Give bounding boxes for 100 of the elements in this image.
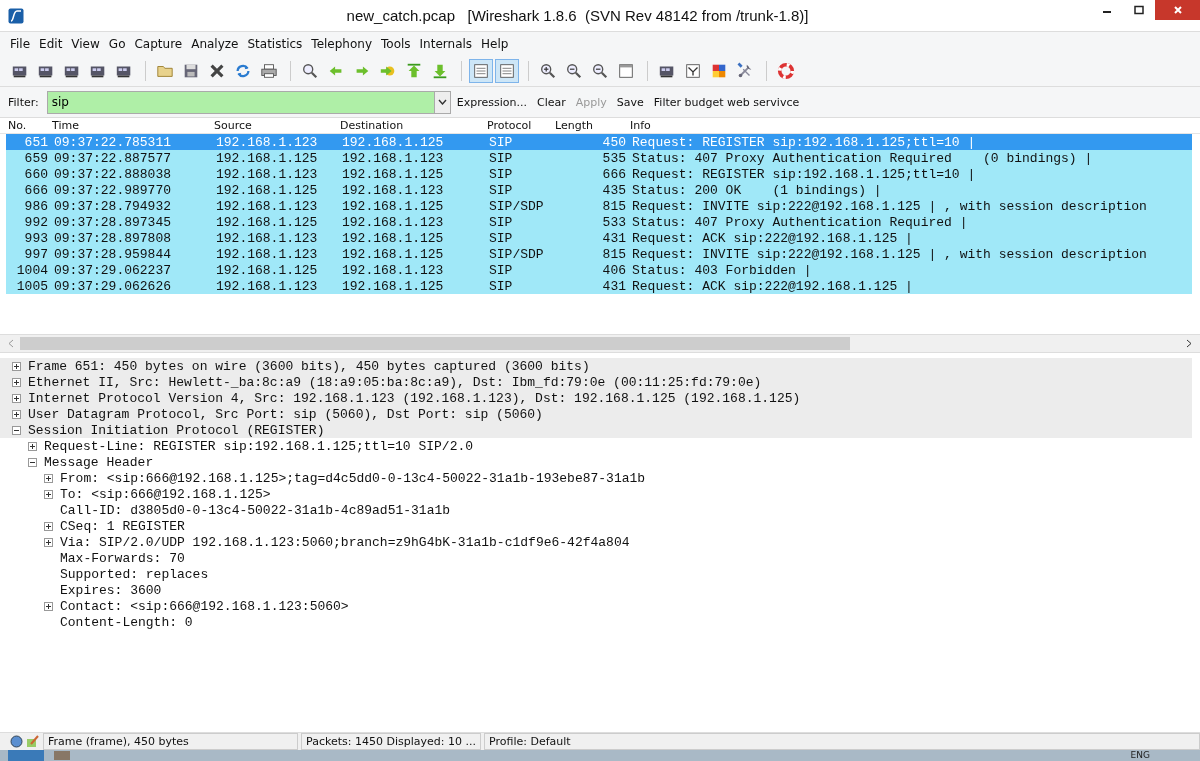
table-cell-text: 192.168.1.123 xyxy=(215,246,319,262)
table-cell-text: 192.168.1.125 xyxy=(215,150,319,166)
packet-row[interactable]: 1004 09:37:29.062237 192.168.1.125 192.168.1.123 SIP 406 Status: 403 Forbidden | xyxy=(6,262,1192,278)
packet-row[interactable]: 997 09:37:28.959844 192.168.1.123 192.168.1.125 SIP/SDP 815 Request: INVITE sip:222@192.168.1.125 | , with session description xyxy=(6,246,1192,262)
tree-item[interactable]: Expires: 3600 xyxy=(60,582,162,598)
table-cell-text: 997 xyxy=(23,246,49,262)
table-cell-text: 431 xyxy=(601,230,627,246)
tree-item[interactable]: Content-Length: 0 xyxy=(60,614,193,630)
tree-item[interactable]: Via: SIP/2.0/UDP 192.168.1.123:5060;branch=z9hG4bK-31a1b-c1df9e6-42f4a804 xyxy=(60,534,630,550)
table-cell-text: 09:37:22.887577 xyxy=(53,150,173,166)
menu-item[interactable]: Edit xyxy=(35,37,68,51)
table-cell-text: 192.168.1.123 xyxy=(341,182,445,198)
status-packets-text: Packets: 1450 Displayed: 10 ... xyxy=(301,733,481,750)
table-cell-text: 535 xyxy=(601,150,627,166)
menu-item[interactable]: Statistics xyxy=(243,37,308,51)
column-header[interactable]: Time xyxy=(50,119,212,132)
filter-action-button[interactable]: Expression... xyxy=(452,95,531,109)
tree-item[interactable]: From: <sip:666@192.168.1.125>;tag=d4c5dd0-0-13c4-50022-31a1b-193ebe87-31a1b xyxy=(60,470,646,486)
tree-item[interactable]: Message Header xyxy=(44,454,154,470)
menu-item[interactable]: Analyze xyxy=(187,37,244,51)
table-cell-text: 09:37:29.062237 xyxy=(53,262,173,278)
table-cell-text: 431 xyxy=(601,278,627,294)
table-cell-text: Status: 403 Forbidden | xyxy=(631,262,813,278)
table-cell-text: 815 xyxy=(601,198,627,214)
column-header[interactable]: Protocol xyxy=(485,119,553,132)
table-cell-text: SIP xyxy=(488,166,514,182)
table-cell-text: 651 xyxy=(23,134,49,150)
table-cell-text: 660 xyxy=(23,166,49,182)
packet-row[interactable]: 993 09:37:28.897808 192.168.1.123 192.168.1.125 SIP 431 Request: ACK sip:222@192.168.1.125 | xyxy=(6,230,1192,246)
table-cell-text: 192.168.1.123 xyxy=(215,134,319,150)
packet-row[interactable]: 660 09:37:22.888038 192.168.1.123 192.168.1.125 SIP 666 Request: REGISTER sip:192.168.1.125;ttl=10 | xyxy=(6,166,1192,182)
table-cell-text: 192.168.1.123 xyxy=(215,198,319,214)
table-cell-text: 533 xyxy=(601,214,627,230)
table-cell-text: SIP xyxy=(488,214,514,230)
table-cell-text: 09:37:29.062626 xyxy=(53,278,173,294)
table-cell-text: 192.168.1.125 xyxy=(341,246,445,262)
table-cell-text: 666 xyxy=(601,166,627,182)
table-cell-text: 993 xyxy=(23,230,49,246)
table-cell-text: Request: REGISTER sip:192.168.1.125;ttl=10 | xyxy=(631,166,977,182)
tree-item[interactable]: Max-Forwards: 70 xyxy=(60,550,185,566)
menu-item[interactable]: View xyxy=(67,37,105,51)
table-cell-text: 192.168.1.123 xyxy=(215,166,319,182)
table-cell-text: Request: ACK sip:222@192.168.1.125 | xyxy=(631,230,914,246)
table-cell-text: 815 xyxy=(601,246,627,262)
menu-item[interactable]: Internals xyxy=(415,37,478,51)
column-header[interactable]: Length xyxy=(553,119,628,132)
tree-item[interactable]: CSeq: 1 REGISTER xyxy=(60,518,185,534)
table-cell-text: SIP xyxy=(488,262,514,278)
tree-item[interactable]: Call-ID: d3805d0-0-13c4-50022-31a1b-4c89ad51-31a1b xyxy=(60,502,451,518)
table-cell-text: 09:37:22.989770 xyxy=(53,182,173,198)
table-cell-text: SIP/SDP xyxy=(488,198,545,214)
table-cell-text: 192.168.1.125 xyxy=(341,198,445,214)
column-header[interactable]: Source xyxy=(212,119,338,132)
table-cell-text: 1005 xyxy=(15,278,49,294)
menu-item[interactable]: Telephony xyxy=(307,37,377,51)
table-cell-text: 986 xyxy=(23,198,49,214)
table-cell-text: 192.168.1.125 xyxy=(341,278,445,294)
keyboard-language-text[interactable]: ENG xyxy=(1130,750,1150,761)
packet-row[interactable]: 659 09:37:22.887577 192.168.1.125 192.168.1.123 SIP 535 Status: 407 Proxy Authentication Required (0 bindings) | xyxy=(6,150,1192,166)
table-cell-text: 09:37:22.785311 xyxy=(53,134,173,150)
menu-item[interactable]: Capture xyxy=(130,37,188,51)
column-header[interactable]: Destination xyxy=(338,119,485,132)
packet-row[interactable]: 992 09:37:28.897345 192.168.1.125 192.168.1.123 SIP 533 Status: 407 Proxy Authentication Required | xyxy=(6,214,1192,230)
table-cell-text: Request: REGISTER sip:192.168.1.125;ttl=10 | xyxy=(631,134,977,150)
table-cell-text: SIP xyxy=(488,150,514,166)
tree-item[interactable]: Contact: <sip:666@192.168.1.123:5060> xyxy=(60,598,349,614)
table-cell-text: 192.168.1.123 xyxy=(215,278,319,294)
filter-label: Filter: xyxy=(8,95,39,109)
filter-action-button[interactable]: Filter budget web servivce xyxy=(649,95,804,109)
filter-action-button[interactable]: Clear xyxy=(532,95,570,109)
table-cell-text: SIP xyxy=(488,278,514,294)
table-cell-text: 192.168.1.125 xyxy=(215,182,319,198)
menu-item[interactable]: File xyxy=(6,37,36,51)
table-cell-text: 666 xyxy=(23,182,49,198)
menu-item[interactable]: Go xyxy=(104,37,131,51)
table-cell-text: 192.168.1.125 xyxy=(341,134,445,150)
menu-item[interactable]: Tools xyxy=(377,37,416,51)
table-cell-text: 09:37:28.897808 xyxy=(53,230,173,246)
packet-row[interactable]: 986 09:37:28.794932 192.168.1.123 192.168.1.125 SIP/SDP 815 Request: INVITE sip:222@192.168.1.125 | , with session description xyxy=(6,198,1192,214)
table-cell-text: Status: 407 Proxy Authentication Required | xyxy=(631,214,969,230)
table-cell-text: 192.168.1.125 xyxy=(341,166,445,182)
tree-item[interactable]: Supported: replaces xyxy=(60,566,209,582)
tree-item[interactable]: To: <sip:666@192.168.1.125> xyxy=(60,486,271,502)
table-cell-text: 992 xyxy=(23,214,49,230)
column-header[interactable]: Info xyxy=(628,119,1200,132)
table-cell-text: 09:37:22.888038 xyxy=(53,166,173,182)
table-cell-text: SIP xyxy=(488,134,514,150)
table-cell-text: 1004 xyxy=(15,262,49,278)
status-profile-text: Profile: Default xyxy=(484,733,1200,750)
table-cell-text: Request: INVITE sip:222@192.168.1.125 | , with session description xyxy=(631,198,1148,214)
tree-item[interactable]: Request-Line: REGISTER sip:192.168.1.125;ttl=10 SIP/2.0 xyxy=(44,438,474,454)
table-cell-text: 192.168.1.123 xyxy=(215,230,319,246)
menu-item[interactable]: Help xyxy=(477,37,514,51)
packet-row[interactable]: 666 09:37:22.989770 192.168.1.125 192.168.1.123 SIP 435 Status: 200 OK (1 bindings) | xyxy=(6,182,1192,198)
table-cell-text: Request: INVITE sip:222@192.168.1.125 | , with session description xyxy=(631,246,1148,262)
table-cell-text: 192.168.1.125 xyxy=(215,262,319,278)
window-title: new_catch.pcap [Wireshark 1.8.6 (SVN Rev 48142 from /trunk-1.8)] xyxy=(345,7,810,24)
filter-action-button[interactable]: Save xyxy=(612,95,648,109)
column-header[interactable]: No. xyxy=(6,119,50,132)
packet-row[interactable]: 1005 09:37:29.062626 192.168.1.123 192.168.1.125 SIP 431 Request: ACK sip:222@192.168.1.125 | xyxy=(6,278,1192,294)
